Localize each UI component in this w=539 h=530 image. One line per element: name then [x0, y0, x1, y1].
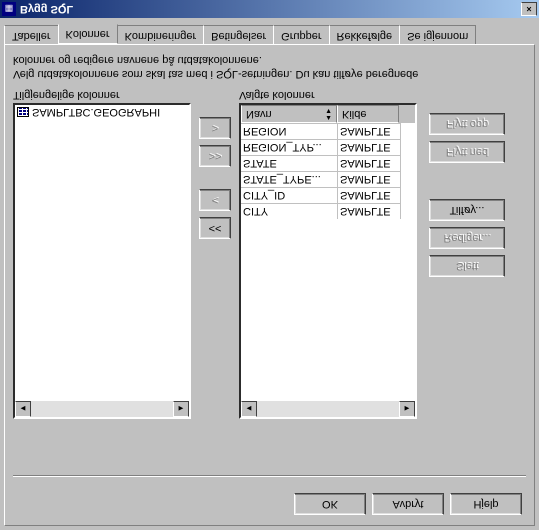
scroll-right-icon[interactable]: ►	[173, 401, 189, 417]
cell-kilde: SAMPLTE	[338, 171, 401, 187]
list-item[interactable]: SAMPLTBC.GEOGRAPHI	[15, 105, 189, 119]
cell-navn: REGION	[241, 123, 338, 139]
table-row[interactable]: STATE_TYPE... SAMPLTE	[241, 171, 415, 187]
cell-kilde: SAMPLTE	[338, 203, 401, 219]
tab-kolonner[interactable]: Kolonner	[58, 24, 118, 44]
list-item-text: SAMPLTBC.GEOGRAPHI	[32, 106, 160, 118]
hscrollbar[interactable]: ◄ ►	[241, 401, 415, 417]
cell-kilde: SAMPLTE	[338, 187, 401, 203]
close-button[interactable]: ×	[521, 2, 537, 16]
cell-navn: STATE	[241, 155, 338, 171]
cell-navn: STATE_TYPE...	[241, 171, 338, 187]
side-buttons: Flytt opp Flytt ned Tilføy... Rediger...…	[421, 89, 511, 419]
title-bar: ▦ Bygg SQL ×	[0, 0, 539, 18]
add-calc-button[interactable]: Tilføy...	[429, 199, 505, 221]
remove-button[interactable]: <	[199, 189, 231, 211]
remove-all-button[interactable]: <<	[199, 217, 231, 239]
hscrollbar[interactable]: ◄ ►	[15, 401, 189, 417]
footer-buttons: OK Avbryt Hjelp	[294, 493, 522, 515]
instruction-line2: kolonner og redigere navnene på utdatako…	[13, 53, 526, 67]
table-row[interactable]: CITY_ID SAMPLTE	[241, 187, 415, 203]
grid-header: Navn ▲▼ Kilde	[241, 105, 415, 123]
ok-button[interactable]: OK	[294, 493, 366, 515]
cell-navn: CITY_ID	[241, 187, 338, 203]
scroll-right-icon[interactable]: ►	[399, 401, 415, 417]
scroll-left-icon[interactable]: ◄	[241, 401, 257, 417]
transfer-buttons: > >> < <<	[195, 89, 235, 419]
tab-kombineringer[interactable]: Kombineringer	[117, 25, 205, 45]
add-all-button[interactable]: >>	[199, 145, 231, 167]
scroll-track[interactable]	[31, 401, 173, 417]
tab-se-igjennom[interactable]: Se igjennom	[399, 25, 476, 45]
tab-grupper[interactable]: Grupper	[273, 25, 329, 45]
delete-button[interactable]: Slett	[429, 255, 505, 277]
cell-kilde: SAMPLTE	[338, 139, 401, 155]
cell-kilde: SAMPLTE	[338, 123, 401, 139]
header-navn[interactable]: Navn ▲▼	[241, 105, 337, 123]
sort-icon: ▲▼	[325, 107, 332, 121]
tab-tabeller[interactable]: Tabeller	[4, 25, 59, 45]
window-title: Bygg SQL	[20, 3, 519, 15]
table-icon	[17, 107, 29, 117]
table-row[interactable]: STATE SAMPLTE	[241, 155, 415, 171]
move-up-button[interactable]: Flytt opp	[429, 113, 505, 135]
table-row[interactable]: CITY SAMPLTE	[241, 203, 415, 219]
scroll-track[interactable]	[257, 401, 399, 417]
cell-navn: CITY	[241, 203, 338, 219]
tab-bar: Tabeller Kolonner Kombineringer Betingel…	[4, 24, 535, 44]
edit-button[interactable]: Rediger...	[429, 227, 505, 249]
selected-label: Valgte kolonner	[239, 89, 417, 101]
app-icon: ▦	[2, 2, 16, 16]
table-row[interactable]: REGION SAMPLTE	[241, 123, 415, 139]
cell-kilde: SAMPLTE	[338, 155, 401, 171]
tab-rekkefolge[interactable]: Rekkefølge	[329, 25, 401, 45]
selected-grid[interactable]: Navn ▲▼ Kilde REGION SAMPLTE REGION_	[239, 103, 417, 419]
scroll-left-icon[interactable]: ◄	[15, 401, 31, 417]
move-down-button[interactable]: Flytt ned	[429, 141, 505, 163]
grid-body: REGION SAMPLTE REGION_TYP... SAMPLTE STA…	[241, 123, 415, 219]
add-button[interactable]: >	[199, 117, 231, 139]
tab-betingelser[interactable]: Betingelser	[203, 25, 274, 45]
tab-panel: Velg utdatakolonnene som skal tas med i …	[4, 44, 535, 526]
separator	[13, 475, 526, 477]
cell-navn: REGION_TYP...	[241, 139, 338, 155]
instruction-text: Velg utdatakolonnene som skal tas med i …	[13, 53, 526, 81]
header-kilde[interactable]: Kilde	[337, 105, 399, 123]
instruction-line1: Velg utdatakolonnene som skal tas med i …	[13, 67, 526, 81]
available-label: Tilgjengelige kolonner	[13, 89, 191, 101]
header-navn-text: Navn	[246, 108, 272, 120]
help-button[interactable]: Hjelp	[450, 493, 522, 515]
table-row[interactable]: REGION_TYP... SAMPLTE	[241, 139, 415, 155]
cancel-button[interactable]: Avbryt	[372, 493, 444, 515]
available-listbox[interactable]: SAMPLTBC.GEOGRAPHI ◄ ►	[13, 103, 191, 419]
